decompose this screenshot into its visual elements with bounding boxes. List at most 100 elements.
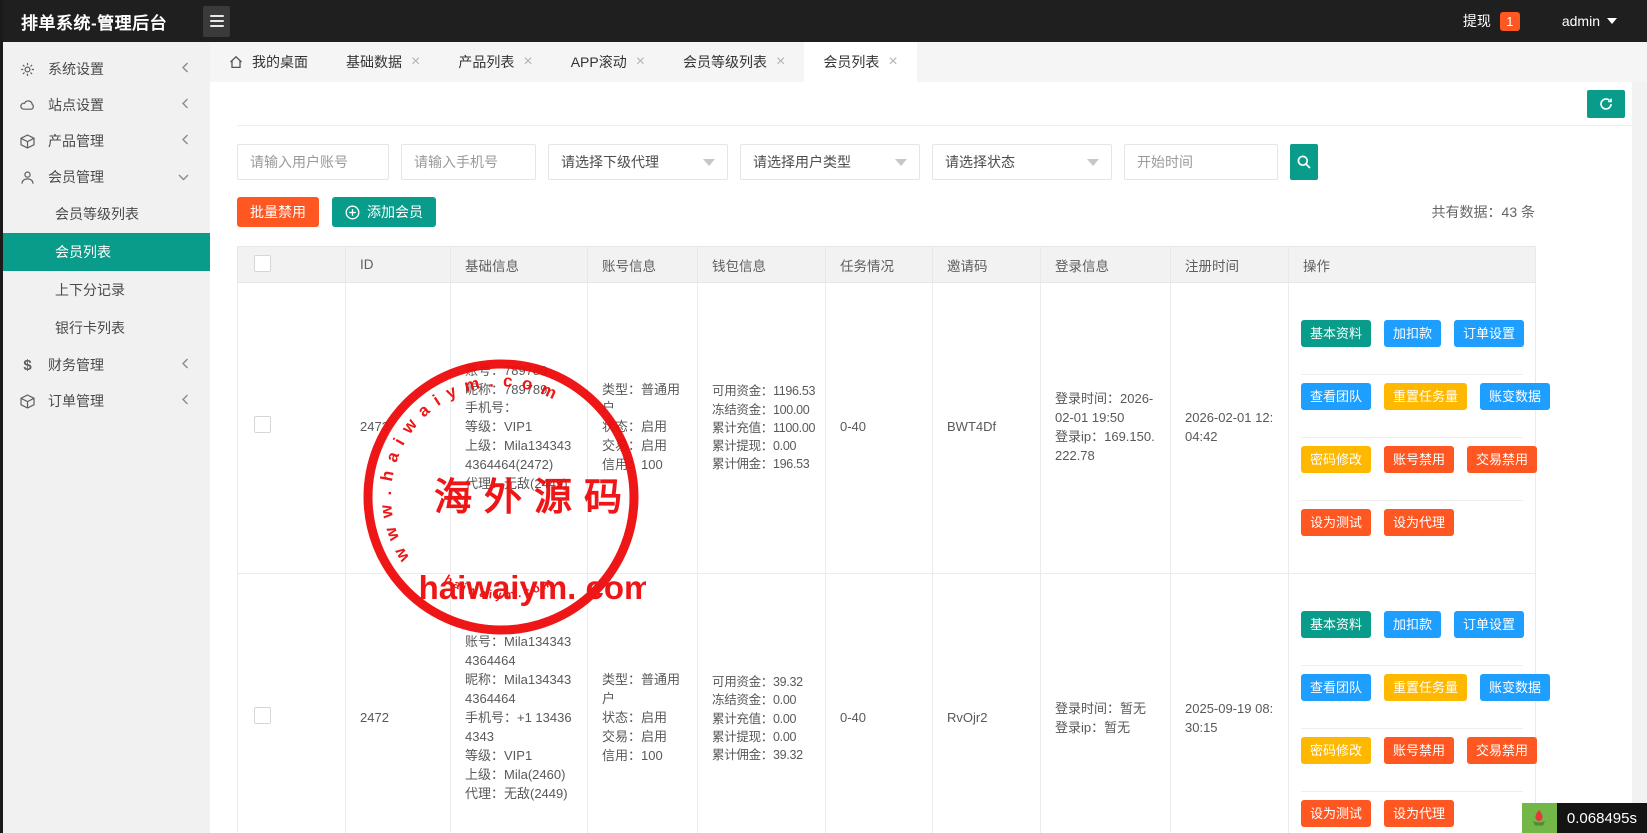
- cube-icon: [20, 134, 35, 149]
- sidebar-item-label: 会员管理: [48, 167, 104, 187]
- close-icon[interactable]: [523, 54, 532, 70]
- menu-toggle-button[interactable]: [203, 6, 230, 37]
- close-icon[interactable]: [411, 54, 420, 70]
- action-basic-profile[interactable]: 基本资料: [1301, 320, 1371, 347]
- chevron-down-icon: [177, 169, 190, 185]
- action-disable-trading[interactable]: 交易禁用: [1467, 446, 1537, 473]
- table-row: 2472 账号：Mila1343434364464 昵称：Mila1343434…: [238, 573, 1536, 833]
- action-reset-tasks[interactable]: 重置任务量: [1384, 383, 1467, 410]
- phone-input[interactable]: [401, 144, 536, 180]
- cell-invite-code: RvOjr2: [933, 573, 1041, 833]
- tab-member-level-list[interactable]: 会员等级列表: [664, 42, 804, 82]
- action-set-as-test[interactable]: 设为测试: [1301, 800, 1371, 827]
- tab-app-scroll[interactable]: APP滚动: [552, 42, 664, 82]
- cell-task-status: 0-40: [826, 573, 933, 833]
- account-input[interactable]: [237, 144, 389, 180]
- action-change-password[interactable]: 密码修改: [1301, 737, 1371, 764]
- user-icon: [20, 170, 35, 185]
- cell-account-info: 类型：普通用户 状态：启用 交易：启用 信用：100: [588, 573, 698, 833]
- package-icon: [20, 394, 35, 409]
- column-header-basic-info: 基础信息: [451, 247, 588, 283]
- sidebar-item-finance-management[interactable]: $ 财务管理: [0, 347, 210, 383]
- action-view-team[interactable]: 查看团队: [1301, 383, 1371, 410]
- select-all-checkbox[interactable]: [254, 255, 271, 272]
- tab-member-list[interactable]: 会员列表: [804, 42, 916, 82]
- action-set-as-agent[interactable]: 设为代理: [1384, 800, 1454, 827]
- cell-register-time: 2025-09-19 08:30:15: [1171, 573, 1289, 833]
- sidebar-item-member-list[interactable]: 会员列表: [0, 233, 210, 271]
- main-content: 请选择下级代理 请选择用户类型 请选择状态 批量禁用: [210, 82, 1632, 833]
- sidebar-item-bank-card-list[interactable]: 银行卡列表: [0, 309, 210, 347]
- action-disable-account[interactable]: 账号禁用: [1384, 737, 1454, 764]
- action-reset-tasks[interactable]: 重置任务量: [1384, 674, 1467, 701]
- sidebar-item-member-level-list[interactable]: 会员等级列表: [0, 195, 210, 233]
- sidebar-item-label: 财务管理: [48, 355, 104, 375]
- user-type-select[interactable]: 请选择用户类型: [740, 144, 920, 180]
- sidebar-item-site-settings[interactable]: 站点设置: [0, 87, 210, 123]
- cell-id: 2472: [346, 573, 451, 833]
- sidebar-item-label: 产品管理: [48, 131, 104, 151]
- column-header-wallet-info: 钱包信息: [698, 247, 826, 283]
- add-member-button[interactable]: 添加会员: [332, 197, 436, 227]
- action-disable-trading[interactable]: 交易禁用: [1467, 737, 1537, 764]
- action-account-change-data[interactable]: 账变数据: [1480, 383, 1550, 410]
- action-change-password[interactable]: 密码修改: [1301, 446, 1371, 473]
- action-set-as-test[interactable]: 设为测试: [1301, 509, 1371, 536]
- app-title: 排单系统-管理后台: [0, 9, 190, 34]
- column-header-actions: 操作: [1289, 247, 1536, 283]
- action-view-team[interactable]: 查看团队: [1301, 674, 1371, 701]
- status-select[interactable]: 请选择状态: [932, 144, 1112, 180]
- tab-basic-data[interactable]: 基础数据: [327, 42, 439, 82]
- chevron-down-icon: [895, 159, 907, 166]
- agent-select[interactable]: 请选择下级代理: [548, 144, 728, 180]
- batch-disable-button[interactable]: 批量禁用: [237, 197, 319, 227]
- search-button[interactable]: [1290, 144, 1318, 180]
- chevron-left-icon: [180, 97, 190, 113]
- action-order-settings[interactable]: 订单设置: [1454, 320, 1524, 347]
- tab-product-list[interactable]: 产品列表: [439, 42, 551, 82]
- action-add-deduct-funds[interactable]: 加扣款: [1384, 320, 1441, 347]
- gear-icon: [20, 62, 35, 77]
- home-icon: [229, 55, 243, 69]
- row-checkbox[interactable]: [254, 707, 271, 724]
- chevron-down-icon: [1087, 159, 1099, 166]
- cell-invite-code: BWT4Df: [933, 283, 1041, 574]
- filter-bar: 请选择下级代理 请选择用户类型 请选择状态: [237, 144, 1632, 180]
- close-icon[interactable]: [776, 54, 785, 70]
- close-icon[interactable]: [888, 54, 897, 70]
- cell-id: 2473: [346, 283, 451, 574]
- refresh-icon: [1598, 96, 1614, 112]
- chevron-left-icon: [180, 61, 190, 77]
- sidebar-item-label: 订单管理: [48, 391, 104, 411]
- column-header-invite-code: 邀请码: [933, 247, 1041, 283]
- action-disable-account[interactable]: 账号禁用: [1384, 446, 1454, 473]
- sidebar-item-order-management[interactable]: 订单管理: [0, 383, 210, 419]
- card-toolbar: [237, 82, 1632, 126]
- sidebar-item-points-records[interactable]: 上下分记录: [0, 271, 210, 309]
- hamburger-icon: [210, 15, 224, 17]
- table-action-bar: 批量禁用 添加会员 共有数据：43 条: [237, 197, 1535, 227]
- sidebar: 系统设置 站点设置 产品管理 会员管理 会员等级列表 会员列表 上下分记录 银行…: [0, 42, 210, 833]
- withdraw-link[interactable]: 提现 1: [1463, 11, 1520, 31]
- sidebar-item-product-management[interactable]: 产品管理: [0, 123, 210, 159]
- chevron-left-icon: [180, 393, 190, 409]
- cell-basic-info: 账号：789789 昵称：789789 手机号： 等级：VIP1 上级：Mila…: [451, 283, 588, 574]
- action-set-as-agent[interactable]: 设为代理: [1384, 509, 1454, 536]
- total-count-text: 共有数据：43 条: [1432, 202, 1535, 222]
- sidebar-item-label: 站点设置: [48, 95, 104, 115]
- tab-bar: 我的桌面 基础数据 产品列表 APP滚动 会员等级列表 会员列表: [210, 42, 1647, 82]
- sidebar-item-member-management[interactable]: 会员管理: [0, 159, 210, 195]
- action-order-settings[interactable]: 订单设置: [1454, 611, 1524, 638]
- member-table: ID 基础信息 账号信息 钱包信息 任务情况 邀请码 登录信息 注册时间 操作: [237, 246, 1632, 833]
- debug-trace-badge[interactable]: 0.068495s: [1522, 803, 1647, 833]
- action-account-change-data[interactable]: 账变数据: [1480, 674, 1550, 701]
- close-icon[interactable]: [636, 54, 645, 70]
- action-basic-profile[interactable]: 基本资料: [1301, 611, 1371, 638]
- refresh-button[interactable]: [1587, 90, 1625, 118]
- row-checkbox[interactable]: [254, 416, 271, 433]
- sidebar-item-system-settings[interactable]: 系统设置: [0, 51, 210, 87]
- action-add-deduct-funds[interactable]: 加扣款: [1384, 611, 1441, 638]
- user-menu[interactable]: admin: [1562, 13, 1617, 29]
- start-time-input[interactable]: [1124, 144, 1278, 180]
- tab-home[interactable]: 我的桌面: [210, 42, 327, 82]
